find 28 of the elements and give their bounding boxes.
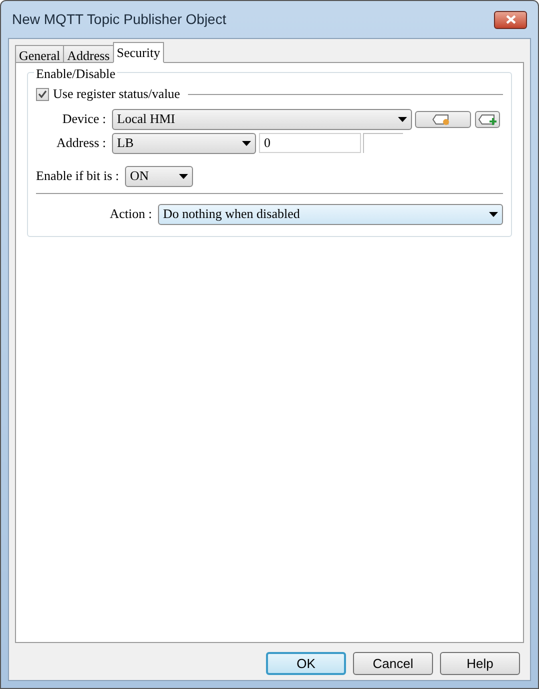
dropdown-arrow-icon — [242, 140, 251, 146]
dialog-button[interactable]: OK — [266, 652, 346, 675]
close-button[interactable] — [494, 10, 527, 28]
dropdown-arrow-icon — [179, 174, 188, 178]
dialog-button[interactable]: Cancel — [353, 652, 433, 675]
window-title: New MQTT Topic Publisher Object — [12, 10, 226, 29]
device-dropdown[interactable]: Local HMI — [112, 108, 412, 130]
tab[interactable]: General — [15, 45, 64, 63]
checkbox[interactable] — [36, 88, 49, 100]
address-type-dropdown[interactable]: LB — [112, 132, 256, 154]
address-field[interactable]: 0 — [259, 133, 361, 153]
checkbox-label: Use register status/value — [53, 85, 180, 104]
tag-add-button[interactable] — [475, 110, 500, 128]
address-label: Address : — [56, 134, 107, 152]
dialog-button[interactable]: Help — [440, 652, 520, 675]
enable-bit-dropdown[interactable]: ON — [125, 166, 194, 186]
dropdown-arrow-icon — [489, 212, 498, 216]
dropdown-arrow-icon — [398, 116, 407, 122]
action-label: Action : — [108, 205, 153, 224]
enable-if-label: Enable if bit is : — [36, 167, 120, 186]
index-field[interactable] — [363, 133, 403, 153]
tag-settings-button[interactable] — [415, 110, 471, 128]
device-label: Device : — [61, 110, 107, 128]
close-icon — [506, 15, 516, 24]
tab[interactable]: Address — [63, 45, 114, 63]
tag-plus-icon — [478, 112, 498, 126]
tab[interactable]: Security — [112, 42, 164, 63]
action-dropdown[interactable]: Do nothing when disabled — [158, 204, 503, 224]
